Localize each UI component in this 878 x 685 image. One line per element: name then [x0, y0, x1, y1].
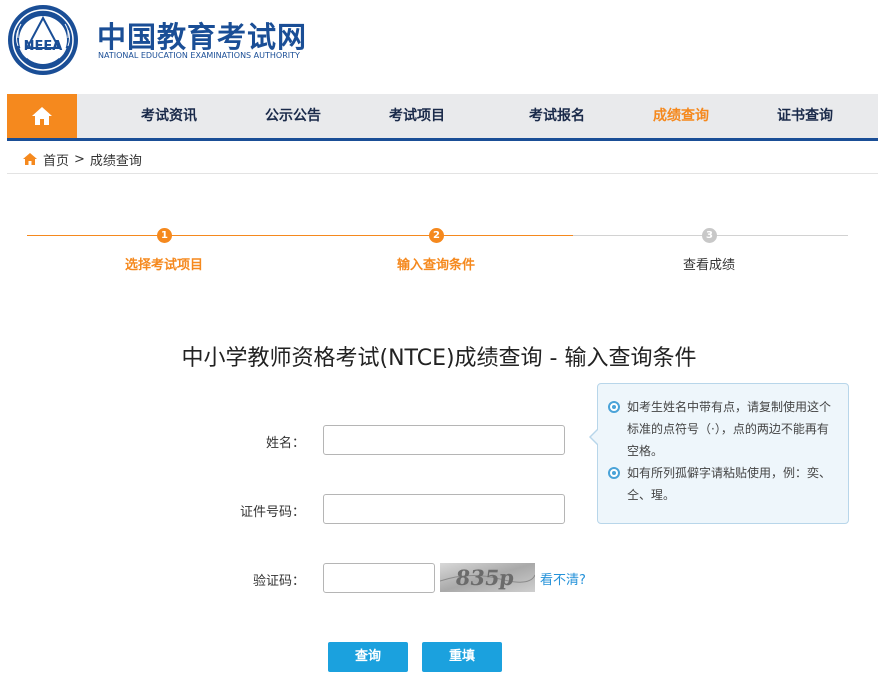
progress-steps: 1 选择考试项目 2 输入查询条件 3 查看成绩: [0, 222, 878, 282]
name-input[interactable]: [323, 425, 565, 455]
step-1-label[interactable]: 选择考试项目: [125, 254, 203, 273]
step-line-complete: [27, 235, 573, 236]
captcha-label: 验证码：: [252, 574, 305, 589]
nav-home-button[interactable]: [7, 94, 77, 138]
name-label: 姓名：: [265, 436, 305, 451]
nav-item-exam-news[interactable]: 考试资讯: [141, 94, 197, 138]
breadcrumb-current: 成绩查询: [89, 153, 142, 169]
reset-button[interactable]: 重填: [422, 642, 502, 672]
site-title-en: NATIONAL EDUCATION EXAMINATIONS AUTHORIT…: [98, 51, 300, 60]
nav-item-exam-programs[interactable]: 考试项目: [389, 94, 445, 138]
input-hint-box: 如考生姓名中带有点，请复制使用这个标准的点符号（·），点的两边不能再有空格。 如…: [597, 383, 849, 524]
step-2-label: 输入查询条件: [396, 258, 476, 273]
breadcrumb-separator: >: [74, 151, 85, 167]
step-3-dot: 3: [702, 228, 717, 243]
nav-item-announcements[interactable]: 公示公告: [265, 94, 321, 138]
captcha-input[interactable]: [323, 563, 435, 593]
nav-item-score-query[interactable]: 成绩查询: [653, 94, 709, 138]
neea-emblem-logo[interactable]: NEEA: [7, 4, 79, 76]
nav-item-registration[interactable]: 考试报名: [529, 94, 585, 138]
divider: [7, 173, 878, 174]
bullet-icon: [608, 401, 620, 413]
svg-text:NEEA: NEEA: [24, 39, 63, 54]
id-number-label: 证件号码：: [239, 505, 305, 520]
breadcrumb: 首页 > 成绩查询: [22, 148, 142, 170]
captcha-refresh-link[interactable]: 看不清?: [540, 569, 586, 588]
page-title: 中小学教师资格考试(NTCE)成绩查询 - 输入查询条件: [181, 346, 697, 371]
step-1-dot: 1: [157, 228, 172, 243]
hint-text: 如考生姓名中带有点，请复制使用这个标准的点符号（·），点的两边不能再有空格。: [627, 400, 832, 458]
nav-item-certificate-query[interactable]: 证书查询: [777, 94, 833, 138]
captcha-image[interactable]: 835p: [440, 563, 535, 592]
home-icon: [23, 153, 37, 165]
home-icon: [32, 107, 52, 125]
hint-item: 如有所列孤僻字请粘贴使用，例：奕、仝、瑆。: [608, 462, 838, 506]
breadcrumb-home-link[interactable]: 首页: [43, 150, 69, 169]
hint-item: 如考生姓名中带有点，请复制使用这个标准的点符号（·），点的两边不能再有空格。: [608, 396, 838, 462]
step-3-label: 查看成绩: [682, 258, 736, 273]
main-nav: 考试资讯 公示公告 考试项目 考试报名 成绩查询 证书查询: [7, 94, 878, 141]
query-button[interactable]: 查询: [328, 642, 408, 672]
hint-text: 如有所列孤僻字请粘贴使用，例：奕、仝、瑆。: [627, 466, 832, 502]
tip-arrow-inner: [591, 429, 599, 445]
site-title-cn: 中国教育考试网: [97, 20, 308, 54]
step-2-dot: 2: [429, 228, 444, 243]
site-header: NEEA 中国教育考试网 NATIONAL EDUCATION EXAMINAT…: [0, 0, 878, 94]
svg-text:835p: 835p: [454, 565, 516, 590]
bullet-icon: [608, 467, 620, 479]
id-number-input[interactable]: [323, 494, 565, 524]
